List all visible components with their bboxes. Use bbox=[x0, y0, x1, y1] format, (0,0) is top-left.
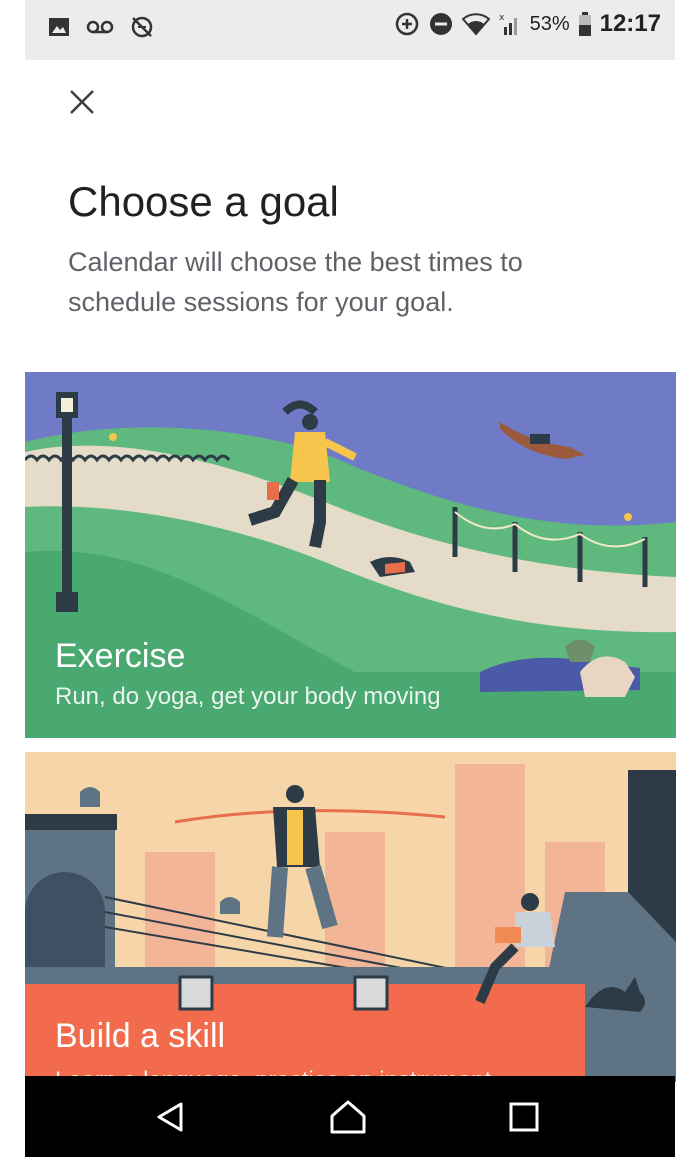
battery-icon bbox=[578, 12, 591, 36]
voicemail-icon bbox=[86, 20, 114, 34]
status-bar: x 53% 12:17 bbox=[25, 0, 675, 60]
status-left-icons bbox=[47, 14, 155, 40]
home-icon bbox=[330, 1100, 366, 1134]
navigation-bar bbox=[25, 1076, 675, 1157]
back-button[interactable] bbox=[145, 1092, 195, 1142]
status-right-icons: x 53% 12:17 bbox=[394, 10, 661, 38]
recents-button[interactable] bbox=[499, 1092, 549, 1142]
goal-title-build-skill: Build a skill bbox=[55, 1017, 226, 1055]
svg-text:x: x bbox=[499, 13, 505, 23]
page-title: Choose a goal bbox=[68, 178, 339, 225]
do-not-disturb-icon bbox=[429, 13, 452, 35]
recents-icon bbox=[509, 1102, 539, 1132]
close-icon bbox=[70, 90, 94, 114]
back-icon bbox=[157, 1102, 183, 1132]
goal-card-build-skill[interactable]: Build a skill Learn a language, practice… bbox=[25, 752, 676, 1082]
goal-card-exercise[interactable]: Exercise Run, do yoga, get your body mov… bbox=[25, 372, 676, 738]
page-subtitle: Calendar will choose the best times to s… bbox=[68, 247, 523, 317]
home-button[interactable] bbox=[323, 1092, 373, 1142]
sync-off-icon bbox=[131, 16, 153, 38]
wifi-icon bbox=[461, 13, 490, 36]
image-icon bbox=[49, 18, 69, 36]
data-saver-icon bbox=[395, 12, 418, 36]
goal-description-exercise: Run, do yoga, get your body moving bbox=[55, 683, 441, 710]
cell-signal-icon: x bbox=[499, 13, 517, 35]
status-time: 12:17 bbox=[599, 10, 661, 37]
goal-title-exercise: Exercise bbox=[55, 637, 186, 675]
close-button[interactable] bbox=[62, 82, 102, 122]
battery-percent: 53% bbox=[529, 12, 570, 35]
